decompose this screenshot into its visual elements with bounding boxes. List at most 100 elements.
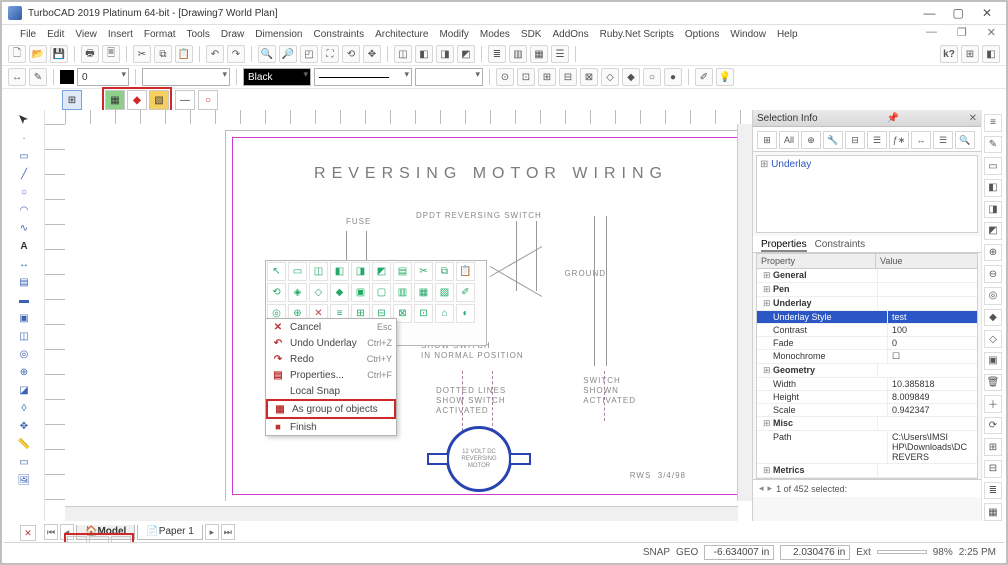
maximize-button[interactable]: ▢ [945, 6, 971, 20]
help-icon[interactable]: k? [940, 45, 958, 63]
rtool-icon[interactable]: ⟳ [984, 417, 1002, 435]
ctx-tool-icon[interactable]: ◆ [330, 283, 349, 302]
ctx-tool-icon[interactable]: ⌂ [435, 304, 454, 323]
zoom-prev-icon[interactable]: ⟲ [342, 45, 360, 63]
status-y[interactable]: 2.030476 in [780, 545, 850, 560]
line-tool-icon[interactable]: ╱ [16, 166, 32, 182]
property-value[interactable]: test [888, 311, 977, 323]
nav-tool-icon[interactable]: ✥ [16, 418, 32, 434]
view-4-icon[interactable]: ◩ [457, 45, 475, 63]
rtool-icon[interactable]: ≡ [984, 114, 1002, 132]
horizontal-scrollbar[interactable] [65, 506, 738, 521]
iso-tool-icon[interactable]: ◊ [16, 400, 32, 416]
doc-minimize-button[interactable]: — [926, 26, 937, 39]
ctx-tool-icon[interactable]: ✐ [456, 283, 475, 302]
context-menu-item[interactable]: ↷RedoCtrl+Y [266, 351, 396, 367]
ctx-tool-icon[interactable]: 📋 [456, 262, 475, 281]
section-tool-icon[interactable]: ◪ [16, 382, 32, 398]
ctx-tool-icon[interactable]: ▦ [414, 283, 433, 302]
ctx-tool-icon[interactable]: ▥ [393, 283, 412, 302]
property-row[interactable]: Monochrome☐ [757, 350, 977, 364]
paste-icon[interactable]: 📋 [175, 45, 193, 63]
linestyle-select[interactable] [314, 68, 412, 86]
rtool-icon[interactable]: ▣ [984, 352, 1002, 370]
rtool-icon[interactable]: ◎ [984, 287, 1002, 305]
layer-select[interactable]: 0 [77, 68, 129, 86]
doc-restore-button[interactable]: ❐ [957, 26, 967, 39]
status-snap[interactable]: SNAP [643, 547, 670, 558]
text-tool-icon[interactable]: A [16, 238, 32, 254]
rtool-icon[interactable]: ⊖ [984, 265, 1002, 283]
undo-icon[interactable]: ↶ [206, 45, 224, 63]
status-zoom[interactable]: 98% [933, 547, 953, 558]
property-group[interactable]: Metrics [757, 464, 977, 478]
print-icon[interactable]: 🖶 [81, 45, 99, 63]
status-geo[interactable]: GEO [676, 547, 698, 558]
tab-first-icon[interactable]: ⏮ [44, 524, 58, 540]
ctx-tool-icon[interactable]: ◧ [330, 262, 349, 281]
ctx-tool-icon[interactable]: ⧉ [435, 262, 454, 281]
paint-icon[interactable]: ✎ [29, 68, 47, 86]
sel-next-icon[interactable]: ▸ [768, 483, 773, 494]
snap-8-icon[interactable]: ○ [643, 68, 661, 86]
view-1-icon[interactable]: ◫ [394, 45, 412, 63]
ctx-tool-icon[interactable]: ↖ [267, 262, 286, 281]
color-select[interactable]: Black [243, 68, 311, 86]
selinfo-tab-button[interactable]: ↔ [911, 131, 931, 149]
context-menu-item[interactable]: ↶Undo UnderlayCtrl+Z [266, 335, 396, 351]
status-close-icon[interactable]: ✕ [20, 525, 36, 541]
underlay-pdf-icon[interactable]: ◆ [127, 90, 147, 110]
property-group[interactable]: Geometry [757, 364, 977, 378]
box-tool-icon[interactable]: ▣ [16, 310, 32, 326]
rtool-icon[interactable]: ▭ [984, 157, 1002, 175]
canvas[interactable]: REVERSING MOTOR WIRING FUSE DPDT REVERSI… [65, 124, 752, 501]
menu-help[interactable]: Help [777, 29, 798, 40]
circle-tool-icon[interactable]: ○ [16, 184, 32, 200]
property-group[interactable]: Pen [757, 283, 977, 297]
tab-next-icon[interactable]: ▸ [205, 524, 219, 540]
copy-icon[interactable]: ⧉ [154, 45, 172, 63]
property-value[interactable]: C:\Users\IMSI HP\Downloads\DC REVERS [888, 431, 977, 463]
ctx-tool-icon[interactable]: ⟲ [267, 283, 286, 302]
snap-6-icon[interactable]: ◇ [601, 68, 619, 86]
menu-architecture[interactable]: Architecture [375, 29, 428, 40]
dim-tool-icon[interactable]: ↔ [16, 256, 32, 272]
zoom-in-icon[interactable]: 🔍 [258, 45, 276, 63]
panel-pin-icon[interactable]: 📌 [887, 113, 899, 124]
panel-close-icon[interactable]: ✕ [969, 113, 977, 124]
selinfo-tab-button[interactable]: ƒ∗ [889, 131, 909, 149]
property-row[interactable]: Fade0 [757, 337, 977, 350]
selinfo-tab-button[interactable]: ⊟ [845, 131, 865, 149]
property-row[interactable]: Contrast100 [757, 324, 977, 337]
menu-ruby[interactable]: Ruby.Net Scripts [600, 29, 674, 40]
rect-tool-icon[interactable]: ▭ [16, 148, 32, 164]
doc-close-button[interactable]: ✕ [987, 26, 996, 39]
menu-insert[interactable]: Insert [108, 29, 133, 40]
property-row[interactable]: PathC:\Users\IMSI HP\Downloads\DC REVERS [757, 431, 977, 464]
ctx-tool-icon[interactable]: ▤ [393, 262, 412, 281]
selinfo-tab-button[interactable]: All [779, 131, 799, 149]
rtool-icon[interactable]: 🗑 [984, 374, 1002, 392]
rtool-icon[interactable]: ⊞ [984, 438, 1002, 456]
status-x[interactable]: -6.634007 in [704, 545, 774, 560]
status-ext[interactable] [877, 550, 927, 554]
snap-2-icon[interactable]: ⊡ [517, 68, 535, 86]
context-menu-item[interactable]: Local Snap [266, 383, 396, 399]
select-tool-icon[interactable] [16, 112, 32, 128]
block-icon[interactable]: ▥ [509, 45, 527, 63]
snap-3-icon[interactable]: ⊞ [538, 68, 556, 86]
hatch-tool-icon[interactable]: ▤ [16, 274, 32, 290]
menu-constraints[interactable]: Constraints [314, 29, 365, 40]
redo-icon[interactable]: ↷ [227, 45, 245, 63]
ctx-tool-icon[interactable]: ◩ [372, 262, 391, 281]
arc-tool-icon[interactable]: ◠ [16, 202, 32, 218]
open-icon[interactable]: 📂 [29, 45, 47, 63]
vertical-scrollbar[interactable] [737, 124, 752, 501]
color-swatch[interactable] [60, 70, 74, 84]
snap-9-icon[interactable]: ● [664, 68, 682, 86]
rtool-icon[interactable]: ✎ [984, 136, 1002, 154]
palette-icon[interactable]: ⊞ [961, 45, 979, 63]
menu-window[interactable]: Window [730, 29, 766, 40]
view-2-icon[interactable]: ◧ [415, 45, 433, 63]
rtool-icon[interactable]: ◩ [984, 222, 1002, 240]
